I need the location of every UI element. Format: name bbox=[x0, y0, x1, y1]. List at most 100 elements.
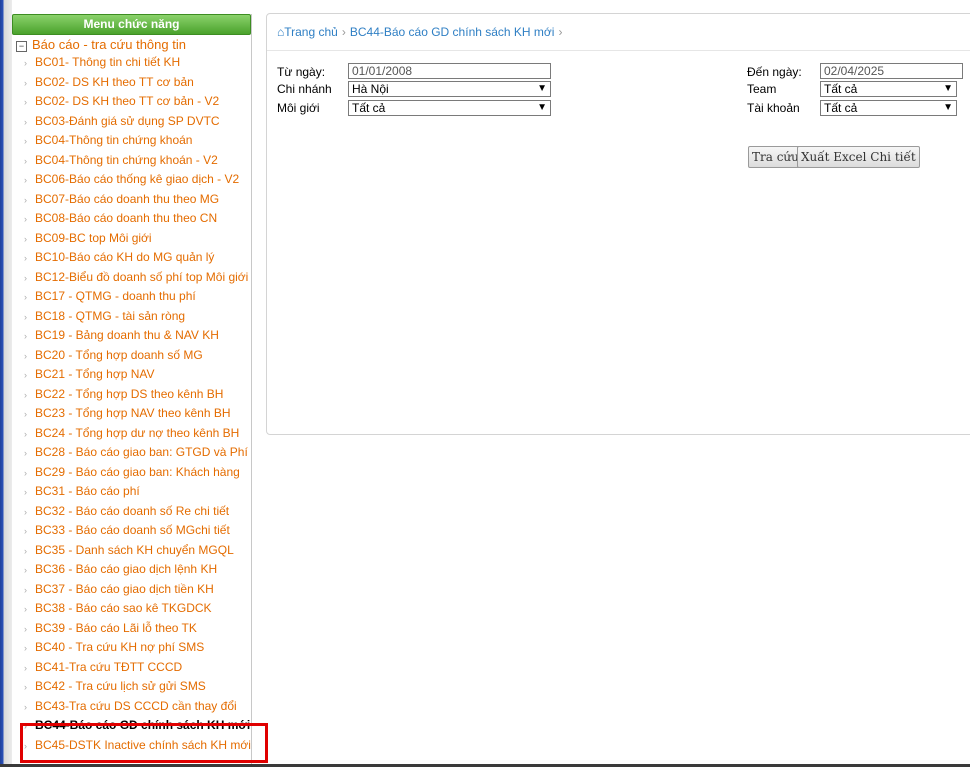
bullet-icon: › bbox=[24, 565, 27, 575]
menu-item-label: BC43-Tra cứu DS CCCD cần thay đổi bbox=[35, 698, 237, 713]
bullet-icon: › bbox=[24, 116, 27, 127]
menu-item[interactable]: › BC01- Thông tin chi tiết KH bbox=[12, 53, 251, 73]
menu-item-label: BC24 - Tổng hợp dư nợ theo kênh BH bbox=[35, 425, 240, 440]
menu-item-label: BC02- DS KH theo TT cơ bản - V2 bbox=[35, 94, 220, 108]
branch-select[interactable]: Hà Nội ▼ bbox=[348, 81, 551, 97]
bullet-icon: › bbox=[24, 136, 27, 146]
bullet-icon: › bbox=[24, 721, 27, 731]
menu-item[interactable]: › BC44-Báo cáo GD chính sách KH mới bbox=[12, 716, 251, 736]
bullet-icon: › bbox=[24, 662, 27, 673]
menu-item[interactable]: › BC24 - Tổng hợp dư nợ theo kênh BH bbox=[12, 424, 251, 444]
sidebar-menu: Menu chức năng − Báo cáo - tra cứu thông … bbox=[12, 14, 252, 767]
bullet-icon: › bbox=[24, 448, 27, 458]
menu-item-label: BC41-Tra cứu TĐTT CCCD bbox=[35, 659, 183, 674]
bullet-icon: › bbox=[24, 526, 27, 536]
broker-label: Môi giới bbox=[277, 101, 320, 115]
bullet-icon: › bbox=[24, 487, 27, 497]
tree-root-label: Báo cáo - tra cứu thông tin bbox=[32, 37, 186, 52]
breadcrumb-current[interactable]: BC44-Báo cáo GD chính sách KH mới bbox=[350, 25, 555, 39]
menu-item[interactable]: › BC07-Báo cáo doanh thu theo MG bbox=[12, 190, 251, 210]
menu-item[interactable]: › BC40 - Tra cứu KH nợ phí SMS bbox=[12, 638, 251, 658]
bullet-icon: › bbox=[24, 389, 27, 400]
menu-item[interactable]: › BC38 - Báo cáo sao kê TKGDCK bbox=[12, 599, 251, 619]
menu-item[interactable]: › BC45-DSTK Inactive chính sách KH mới bbox=[12, 736, 251, 756]
menu-item-label: BC12-Biểu đồ doanh số phí top Môi giới bbox=[35, 269, 249, 284]
bullet-icon: › bbox=[24, 292, 27, 302]
menu-item-label: BC23 - Tổng hợp NAV theo kênh BH bbox=[35, 406, 231, 420]
menu-item-label: BC20 - Tổng hợp doanh số MG bbox=[35, 347, 203, 362]
menu-item[interactable]: › BC17 - QTMG - doanh thu phí bbox=[12, 287, 251, 307]
menu-item-label: BC38 - Báo cáo sao kê TKGDCK bbox=[35, 601, 212, 615]
bullet-icon: › bbox=[24, 77, 27, 88]
broker-select[interactable]: Tất cả ▼ bbox=[348, 100, 551, 116]
to-date-input[interactable]: 02/04/2025 bbox=[820, 63, 963, 79]
bullet-icon: › bbox=[24, 643, 27, 653]
menu-item[interactable]: › BC35 - Danh sách KH chuyển MGQL bbox=[12, 541, 251, 561]
breadcrumb-separator: › bbox=[341, 25, 346, 39]
menu-item-label: BC19 - Bảng doanh thu & NAV KH bbox=[35, 328, 219, 342]
menu-item[interactable]: › BC12-Biểu đồ doanh số phí top Môi giới bbox=[12, 268, 251, 288]
bullet-icon: › bbox=[24, 311, 27, 322]
from-date-input[interactable]: 01/01/2008 bbox=[348, 63, 551, 79]
menu-item-label: BC31 - Báo cáo phí bbox=[35, 484, 140, 498]
menu-item-label: BC10-Báo cáo KH do MG quản lý bbox=[35, 250, 215, 264]
menu-item[interactable]: › BC02- DS KH theo TT cơ bản bbox=[12, 73, 251, 93]
menu-item[interactable]: › BC33 - Báo cáo doanh số MGchi tiết bbox=[12, 521, 251, 541]
menu-item[interactable]: › BC37 - Báo cáo giao dịch tiền KH bbox=[12, 580, 251, 600]
menu-item[interactable]: › BC20 - Tổng hợp doanh số MG bbox=[12, 346, 251, 366]
collapse-icon[interactable]: − bbox=[16, 41, 27, 52]
chevron-down-icon: ▼ bbox=[943, 83, 953, 94]
bullet-icon: › bbox=[24, 58, 27, 68]
account-label: Tài khoản bbox=[747, 101, 800, 115]
export-excel-button[interactable]: Xuất Excel Chi tiết bbox=[797, 146, 920, 168]
menu-item[interactable]: › BC41-Tra cứu TĐTT CCCD bbox=[12, 658, 251, 678]
bullet-icon: › bbox=[24, 194, 27, 205]
bullet-icon: › bbox=[24, 409, 27, 419]
menu-item[interactable]: › BC09-BC top Môi giới bbox=[12, 229, 251, 249]
menu-item[interactable]: › BC18 - QTMG - tài sản ròng bbox=[12, 307, 251, 327]
menu-item[interactable]: › BC10-Báo cáo KH do MG quản lý bbox=[12, 248, 251, 268]
menu-item[interactable]: › BC22 - Tổng hợp DS theo kênh BH bbox=[12, 385, 251, 405]
menu-item[interactable]: › BC36 - Báo cáo giao dịch lệnh KH bbox=[12, 560, 251, 580]
menu-item[interactable]: › BC03-Đánh giá sử dụng SP DVTC bbox=[12, 112, 251, 132]
menu-item[interactable]: › BC23 - Tổng hợp NAV theo kênh BH bbox=[12, 404, 251, 424]
menu-item-label: BC35 - Danh sách KH chuyển MGQL bbox=[35, 542, 234, 557]
bullet-icon: › bbox=[24, 623, 27, 634]
menu-item-label: BC42 - Tra cứu lịch sử gửi SMS bbox=[35, 679, 206, 693]
bullet-icon: › bbox=[24, 175, 27, 185]
branch-label: Chi nhánh bbox=[277, 82, 332, 96]
menu-item[interactable]: › BC39 - Báo cáo Lãi lỗ theo TK bbox=[12, 619, 251, 639]
chevron-down-icon: ▼ bbox=[537, 83, 547, 94]
bullet-icon: › bbox=[24, 350, 27, 361]
bullet-icon: › bbox=[24, 682, 27, 692]
menu-item[interactable]: › BC21 - Tổng hợp NAV bbox=[12, 365, 251, 385]
breadcrumb-separator-end: › bbox=[558, 25, 563, 39]
menu-item[interactable]: › BC29 - Báo cáo giao ban: Khách hàng bbox=[12, 463, 251, 483]
menu-item[interactable]: › BC04-Thông tin chứng khoán - V2 bbox=[12, 151, 251, 171]
report-menu-list: › BC01- Thông tin chi tiết KH › BC02- DS KH… bbox=[12, 53, 251, 755]
menu-item[interactable]: › BC42 - Tra cứu lịch sử gửi SMS bbox=[12, 677, 251, 697]
account-select[interactable]: Tất cả ▼ bbox=[820, 100, 957, 116]
team-select[interactable]: Tất cả ▼ bbox=[820, 81, 957, 97]
from-date-label: Từ ngày: bbox=[277, 65, 326, 79]
menu-item[interactable]: › BC31 - Báo cáo phí bbox=[12, 482, 251, 502]
bullet-icon: › bbox=[24, 467, 27, 478]
branch-select-value: Hà Nội bbox=[352, 82, 389, 96]
bullet-icon: › bbox=[24, 604, 27, 614]
search-button[interactable]: Tra cứu bbox=[748, 146, 803, 168]
tree-root-reports[interactable]: − Báo cáo - tra cứu thông tin bbox=[12, 37, 251, 53]
menu-item-label: BC29 - Báo cáo giao ban: Khách hàng bbox=[35, 464, 240, 479]
bullet-icon: › bbox=[24, 233, 27, 244]
bullet-icon: › bbox=[24, 253, 27, 263]
breadcrumb-home-link[interactable]: Trang chủ bbox=[284, 25, 338, 39]
menu-item[interactable]: › BC43-Tra cứu DS CCCD cần thay đổi bbox=[12, 697, 251, 717]
bullet-icon: › bbox=[24, 214, 27, 224]
menu-item[interactable]: › BC02- DS KH theo TT cơ bản - V2 bbox=[12, 92, 251, 112]
menu-item[interactable]: › BC28 - Báo cáo giao ban: GTGD và Phí bbox=[12, 443, 251, 463]
menu-item[interactable]: › BC06-Báo cáo thống kê giao dịch - V2 bbox=[12, 170, 251, 190]
menu-item[interactable]: › BC04-Thông tin chứng khoán bbox=[12, 131, 251, 151]
menu-item[interactable]: › BC32 - Báo cáo doanh số Re chi tiết bbox=[12, 502, 251, 522]
menu-item[interactable]: › BC19 - Bảng doanh thu & NAV KH bbox=[12, 326, 251, 346]
menu-item[interactable]: › BC08-Báo cáo doanh thu theo CN bbox=[12, 209, 251, 229]
to-date-label: Đến ngày: bbox=[747, 65, 802, 79]
